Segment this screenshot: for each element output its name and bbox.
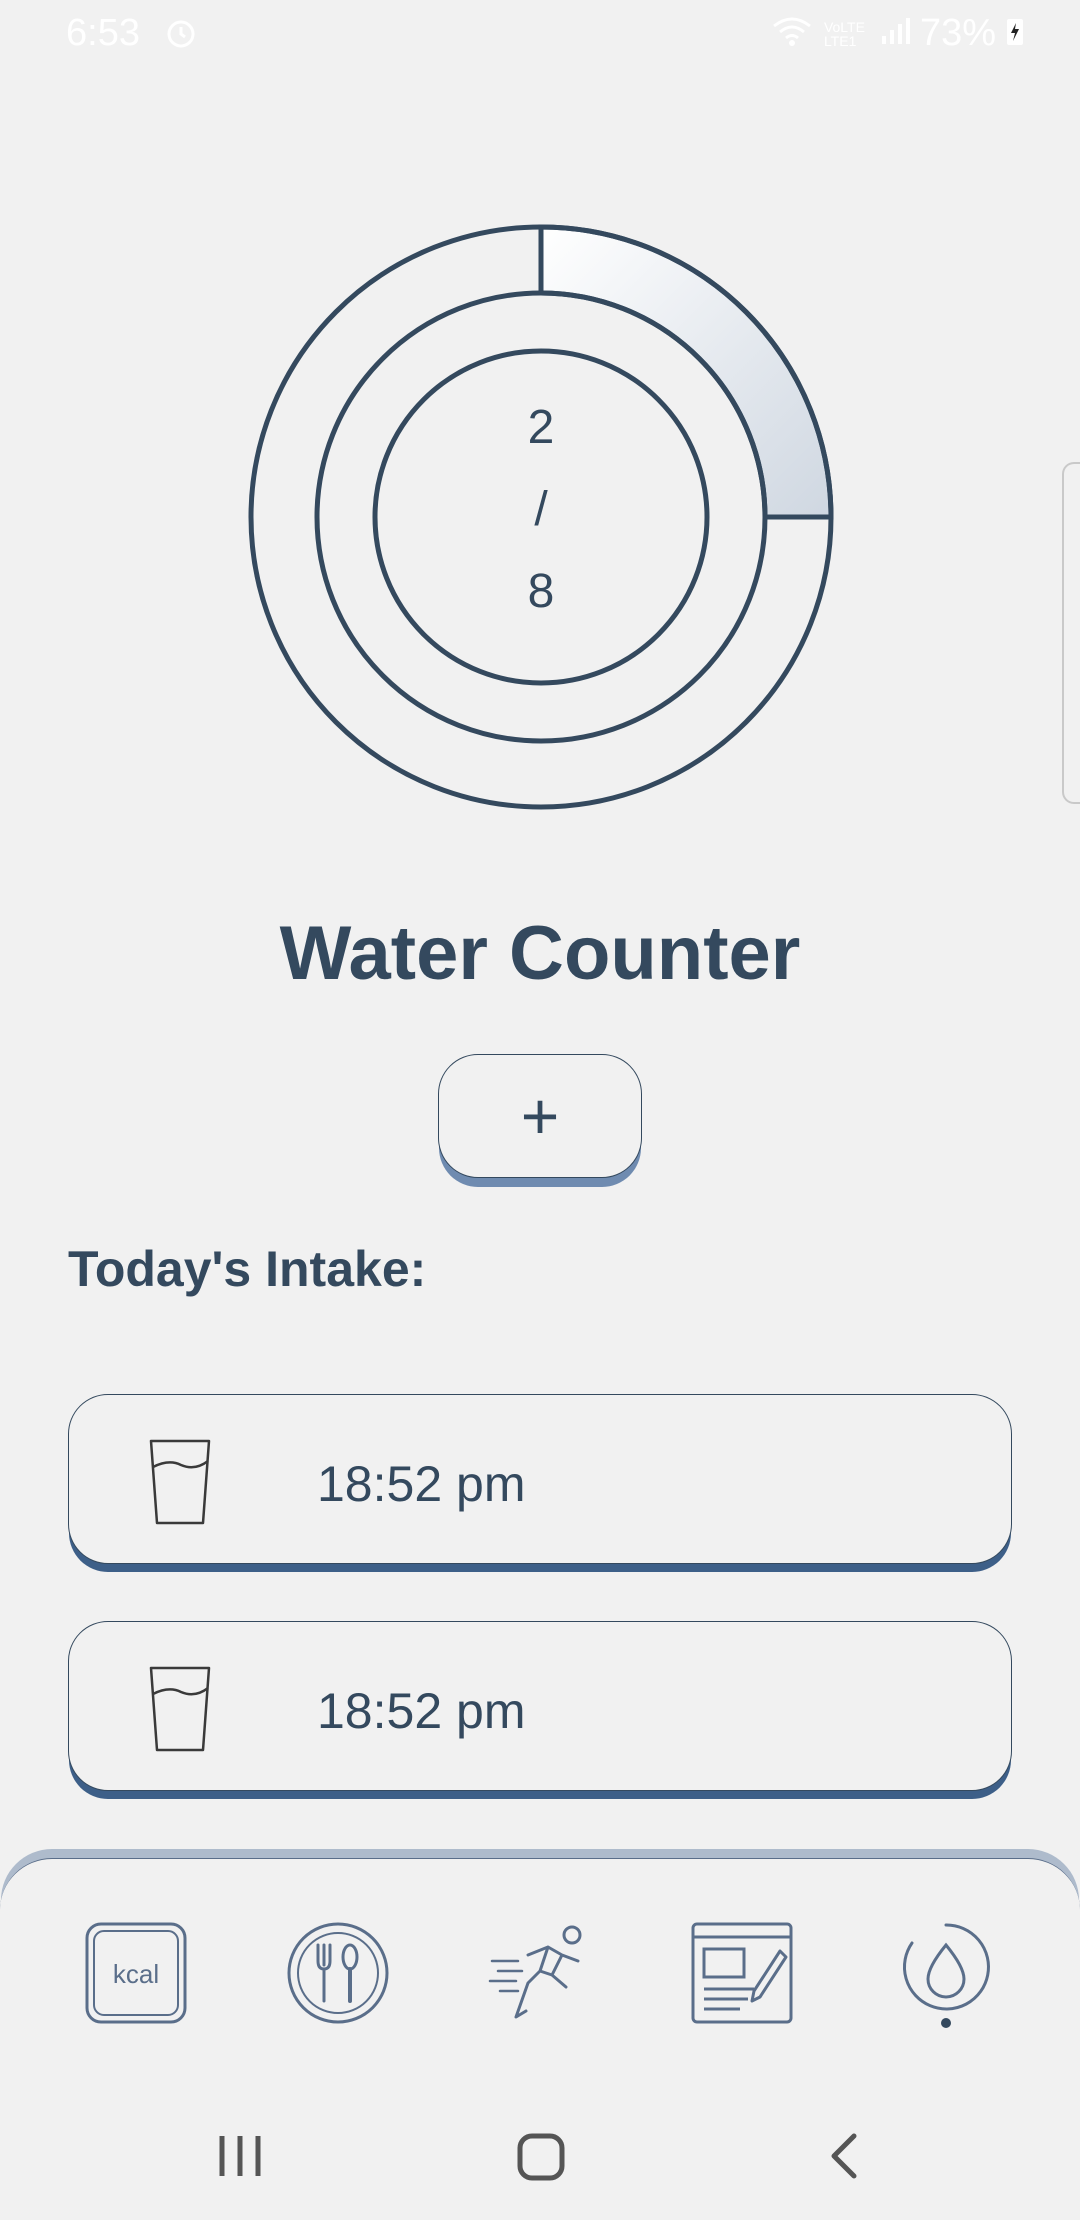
bottom-nav: kcal <box>0 1858 1080 2086</box>
nav-item-notes[interactable] <box>690 1921 794 2025</box>
alarm-icon <box>164 16 198 55</box>
edge-panel-handle[interactable] <box>1062 462 1080 804</box>
notepad-pencil-icon <box>691 1922 793 2024</box>
add-water-button[interactable]: + <box>438 1054 642 1178</box>
page-title: Water Counter <box>279 911 801 996</box>
kcal-icon: kcal <box>85 1922 187 2024</box>
progress-current: 2 <box>527 401 555 454</box>
battery-charging-icon <box>1006 16 1024 51</box>
status-right: VoLTE LTE1 73% <box>770 12 1024 55</box>
intake-time: 18:52 pm <box>317 1456 526 1512</box>
recent-apps-icon[interactable] <box>200 2116 280 2196</box>
battery-percent: 73% <box>919 12 996 54</box>
progress-ring: 2 / 8 <box>244 220 838 814</box>
nav-item-water[interactable] <box>894 1921 998 2031</box>
nav-item-meals[interactable] <box>286 1921 390 2025</box>
intake-list-item[interactable]: 18:52 pm <box>68 1621 1012 1800</box>
water-glass-icon <box>147 1437 213 1532</box>
nav-item-calories[interactable]: kcal <box>84 1921 188 2025</box>
running-person-icon <box>488 1925 582 2019</box>
status-time: 6:53 <box>66 12 140 54</box>
status-bar: 6:53 VoLTE LTE1 73% <box>0 0 1080 70</box>
signal-icon <box>880 16 910 51</box>
system-nav-bar <box>0 2086 1080 2220</box>
progress-separator: / <box>534 483 548 536</box>
network-label: VoLTE LTE1 <box>823 18 865 49</box>
intake-list-item[interactable]: 18:52 pm <box>68 1394 1012 1573</box>
back-icon[interactable] <box>804 2116 884 2196</box>
intake-time: 18:52 pm <box>317 1683 526 1739</box>
active-indicator <box>941 2018 951 2028</box>
home-icon[interactable] <box>500 2116 580 2196</box>
water-counter-screen: 6:53 VoLTE LTE1 73% 2 / 8 Water Counter … <box>0 0 1080 2220</box>
wifi-icon <box>770 14 814 53</box>
plate-utensils-icon <box>287 1922 389 2024</box>
progress-goal: 8 <box>527 565 555 618</box>
water-drop-icon <box>902 1923 990 2028</box>
intake-heading: Today's Intake: <box>68 1241 427 1297</box>
kcal-icon-label: kcal <box>113 1959 159 1989</box>
nav-item-exercise[interactable] <box>488 1921 592 2025</box>
water-glass-icon <box>147 1664 213 1759</box>
